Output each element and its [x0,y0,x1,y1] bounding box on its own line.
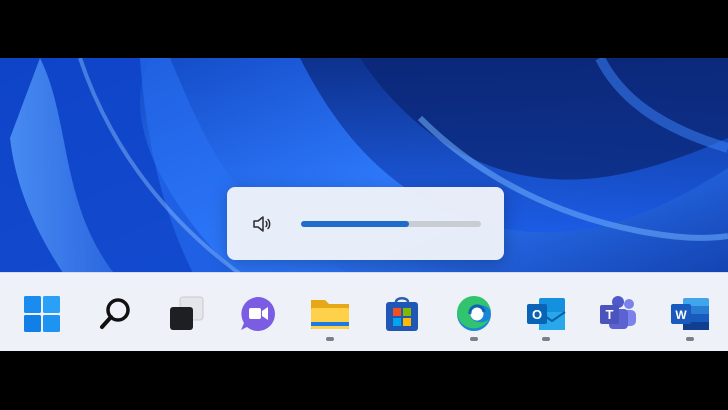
svg-text:W: W [675,308,687,322]
edge-button[interactable] [450,290,498,341]
word-button[interactable]: W [666,290,714,341]
volume-slider[interactable] [301,220,481,227]
volume-slider-fill [301,220,409,227]
search-icon [100,298,130,329]
edge-icon [456,295,491,331]
microsoft-store-button[interactable] [378,290,426,338]
volume-flyout [227,187,504,260]
chat-button[interactable] [234,290,282,338]
svg-text:T: T [606,307,614,322]
running-indicator [542,337,550,341]
running-indicator [470,337,478,341]
file-explorer-icon [311,300,349,329]
store-icon [386,297,418,331]
task-view-icon [170,296,204,330]
speaker-icon[interactable] [249,211,275,237]
running-indicator [326,337,334,341]
outlook-icon: O [527,298,566,330]
windows-start-icon [24,296,60,332]
teams-icon: T [600,296,636,329]
chat-icon [241,297,275,331]
search-button[interactable] [91,290,139,338]
file-explorer-button[interactable] [306,290,354,341]
task-view-button[interactable] [162,290,210,338]
word-icon: W [671,298,709,330]
teams-button[interactable]: T [594,290,642,338]
start-button[interactable] [18,290,66,338]
running-indicator [686,337,694,341]
taskbar: O T W [0,272,728,351]
svg-text:O: O [532,307,542,322]
outlook-button[interactable]: O [522,290,570,341]
